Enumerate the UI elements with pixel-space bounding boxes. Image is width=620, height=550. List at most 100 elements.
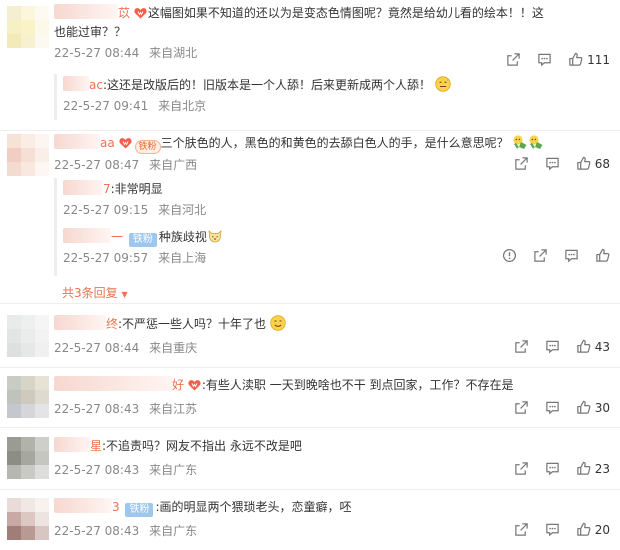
username-redacted[interactable] — [63, 180, 103, 195]
username-redacted[interactable] — [54, 315, 106, 330]
comment-icon — [545, 461, 560, 476]
comment-text: :有些人渎职 一天到晚啥也不干 到点回家，工作？不存在是 — [201, 378, 514, 392]
divider — [0, 427, 620, 428]
share-button[interactable] — [506, 52, 521, 67]
comment-text: 三个肤色的人，黑色的和黄色的去舔白色人的手，是什么意思呢？ — [160, 136, 509, 150]
avatar[interactable] — [7, 134, 49, 176]
comment-icon — [545, 400, 560, 415]
username[interactable]: 3 — [112, 500, 120, 514]
comment-icon — [545, 339, 560, 354]
fan-heart-icon — [188, 379, 201, 391]
username-redacted[interactable] — [63, 76, 89, 91]
username[interactable]: aa — [100, 136, 115, 150]
comment-icon — [537, 52, 552, 67]
divider — [0, 489, 620, 490]
like-count: 20 — [594, 522, 610, 537]
share-icon — [514, 156, 529, 171]
reply-button[interactable] — [545, 522, 560, 537]
reply-button[interactable] — [545, 461, 560, 476]
reply-date: 22-5-27 09:15 — [63, 203, 149, 217]
comment-icon — [545, 156, 560, 171]
comment-text: :不追责吗？网友不指出 永远不改是吧 — [102, 439, 302, 453]
report-button[interactable] — [502, 248, 517, 263]
like-button[interactable]: 23 — [576, 461, 610, 476]
reply-button[interactable] — [545, 400, 560, 415]
share-button[interactable] — [514, 339, 529, 354]
share-button[interactable] — [533, 248, 548, 263]
share-icon — [514, 461, 529, 476]
username-redacted[interactable] — [54, 134, 100, 149]
avatar[interactable] — [7, 315, 49, 357]
like-button[interactable]: 43 — [576, 339, 610, 354]
avatar[interactable] — [7, 498, 49, 540]
comment-body: 星:不追责吗？网友不指出 永远不改是吧 — [54, 437, 610, 456]
reply-button[interactable] — [564, 248, 579, 263]
share-icon — [514, 339, 529, 354]
avatar[interactable] — [7, 6, 49, 48]
reply-button[interactable] — [545, 339, 560, 354]
fan-heart-icon — [119, 137, 132, 149]
share-button[interactable] — [514, 156, 529, 171]
share-button[interactable] — [514, 461, 529, 476]
comment-location: 来自广西 — [149, 158, 198, 172]
username-redacted[interactable] — [54, 437, 90, 452]
reply-body: ac:这还是改版后的！旧版本是一个人舔！后来更新成两个人舔！ — [63, 76, 610, 95]
reply-meta: 22-5-27 09:15 来自河北 — [63, 202, 610, 218]
like-icon — [576, 461, 591, 476]
comment-text: :不严惩一些人吗？十年了也 — [118, 317, 267, 331]
like-icon — [576, 339, 591, 354]
username[interactable]: 好 — [172, 378, 184, 392]
username[interactable]: 苡 — [118, 6, 130, 20]
reply-item: ac:这还是改版后的！旧版本是一个人舔！后来更新成两个人舔！ 22-5-27 0… — [63, 76, 610, 114]
like-button[interactable]: 20 — [576, 522, 610, 537]
comment-actions: 20 — [498, 522, 610, 537]
like-count: 30 — [594, 400, 610, 415]
reply-body: 一 铁粉 种族歧视 — [63, 228, 610, 247]
username-redacted[interactable] — [54, 376, 172, 391]
share-icon — [533, 248, 548, 263]
username[interactable]: 星 — [90, 439, 102, 453]
share-icon — [514, 522, 529, 537]
comment-item: 好 :有些人渎职 一天到晚啥也不干 到点回家，工作？不存在是 22-5-27 0… — [0, 376, 620, 426]
comment-location: 来自江苏 — [149, 402, 198, 416]
like-button[interactable]: 111 — [568, 52, 610, 67]
reply-button[interactable] — [537, 52, 552, 67]
comment-actions: 68 — [498, 156, 610, 171]
reply-username[interactable]: 一 — [111, 230, 123, 244]
sweat-smile-icon — [435, 76, 451, 92]
avatar[interactable] — [7, 437, 49, 479]
like-count: 111 — [587, 52, 610, 67]
comment-text: :画的明显两个猥琐老头，恋童癖，呸 — [155, 500, 352, 514]
like-button[interactable] — [595, 248, 610, 263]
smile-emoji-icon — [270, 315, 286, 331]
username-redacted[interactable] — [54, 498, 112, 513]
comment-location: 来自广东 — [149, 524, 198, 538]
like-icon — [568, 52, 583, 67]
comment-item: 苡 这幅图如果不知道的还以为是变态色情图呢？竟然是给幼儿看的绘本！！这也能过审？… — [0, 4, 620, 130]
caret-down-icon: ▼ — [121, 290, 128, 299]
fan-badge: 铁粉 — [134, 140, 161, 154]
reply-list: ac:这还是改版后的！旧版本是一个人舔！后来更新成两个人舔！ 22-5-27 0… — [54, 74, 610, 120]
reply-username[interactable]: 7 — [103, 182, 111, 196]
like-button[interactable]: 68 — [576, 156, 610, 171]
reply-body: 7:非常明显 — [63, 180, 610, 199]
reply-item: 7:非常明显 22-5-27 09:15 来自河北 — [63, 180, 610, 218]
username[interactable]: 终 — [106, 317, 118, 331]
reply-date: 22-5-27 09:41 — [63, 99, 149, 113]
reply-button[interactable] — [545, 156, 560, 171]
reply-username[interactable]: ac — [89, 78, 103, 92]
like-button[interactable]: 30 — [576, 400, 610, 415]
comment-body: 终:不严惩一些人吗？十年了也 — [54, 315, 610, 334]
comment-item: aa 铁粉 三个肤色的人，黑色的和黄色的去舔白色人的手，是什么意思呢？ 22-5-… — [0, 134, 620, 302]
comment-body: aa 铁粉 三个肤色的人，黑色的和黄色的去舔白色人的手，是什么意思呢？ — [54, 134, 610, 154]
username-redacted[interactable] — [54, 4, 118, 19]
cat-emoji-icon — [207, 228, 223, 244]
share-button[interactable] — [514, 400, 529, 415]
reply-text: :非常明显 — [110, 182, 163, 196]
share-button[interactable] — [514, 522, 529, 537]
comment-date: 22-5-27 08:43 — [54, 463, 140, 477]
more-replies-link[interactable]: 共3条回复 ▼ — [62, 284, 128, 301]
reply-text: 种族歧视 — [158, 230, 207, 244]
username-redacted[interactable] — [63, 228, 111, 243]
avatar[interactable] — [7, 376, 49, 418]
